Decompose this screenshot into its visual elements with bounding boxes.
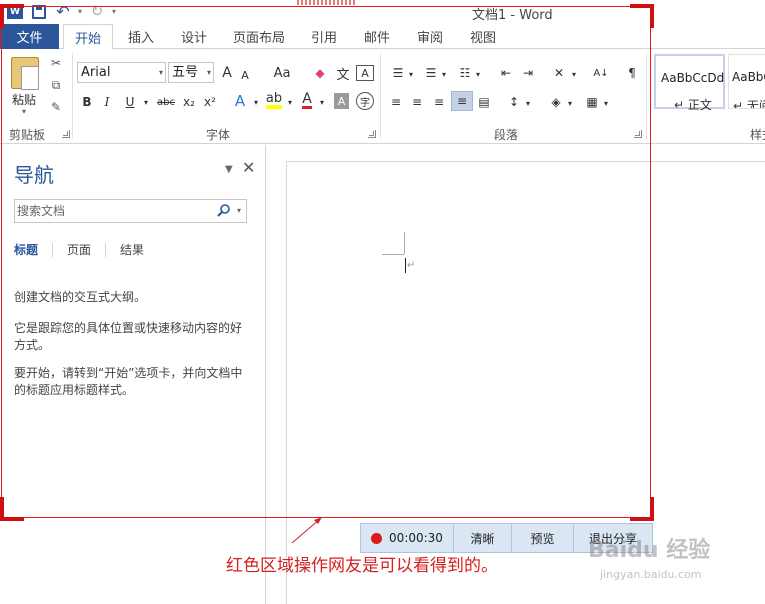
share-drag-handle[interactable] bbox=[297, 0, 355, 5]
style-normal-sample: AaBbCcDd bbox=[661, 71, 725, 85]
region-corner-top-right[interactable] bbox=[630, 4, 654, 28]
baidu-watermark: Baidu 经验 bbox=[588, 538, 711, 563]
annotation-text: 红色区域操作网友是可以看得到的。 bbox=[226, 556, 498, 576]
shared-region-border bbox=[1, 6, 651, 518]
styles-group-label: 样式 bbox=[750, 128, 765, 142]
style-no-spacing-name: ↵ 无间 bbox=[733, 99, 765, 109]
recording-timer: 00:00:30 bbox=[361, 524, 454, 552]
style-normal[interactable]: AaBbCcDd ↵ 正文 bbox=[654, 54, 725, 112]
region-corner-bottom-right[interactable] bbox=[630, 497, 654, 521]
timer-value: 00:00:30 bbox=[389, 531, 443, 545]
style-no-spacing[interactable]: AaBbC ↵ 无间 bbox=[728, 54, 765, 109]
annotation-arrow-icon bbox=[291, 517, 322, 544]
style-no-spacing-sample: AaBbC bbox=[732, 70, 765, 84]
baidu-watermark-url: jingyan.baidu.com bbox=[600, 568, 702, 581]
region-corner-top-left[interactable] bbox=[0, 4, 24, 28]
record-dot-icon bbox=[371, 532, 383, 544]
preview-button[interactable]: 预览 bbox=[512, 524, 574, 552]
clear-button[interactable]: 清晰 bbox=[454, 524, 512, 552]
region-corner-bottom-left[interactable] bbox=[0, 497, 24, 521]
style-normal-name: ↵ 正文 bbox=[674, 98, 712, 112]
